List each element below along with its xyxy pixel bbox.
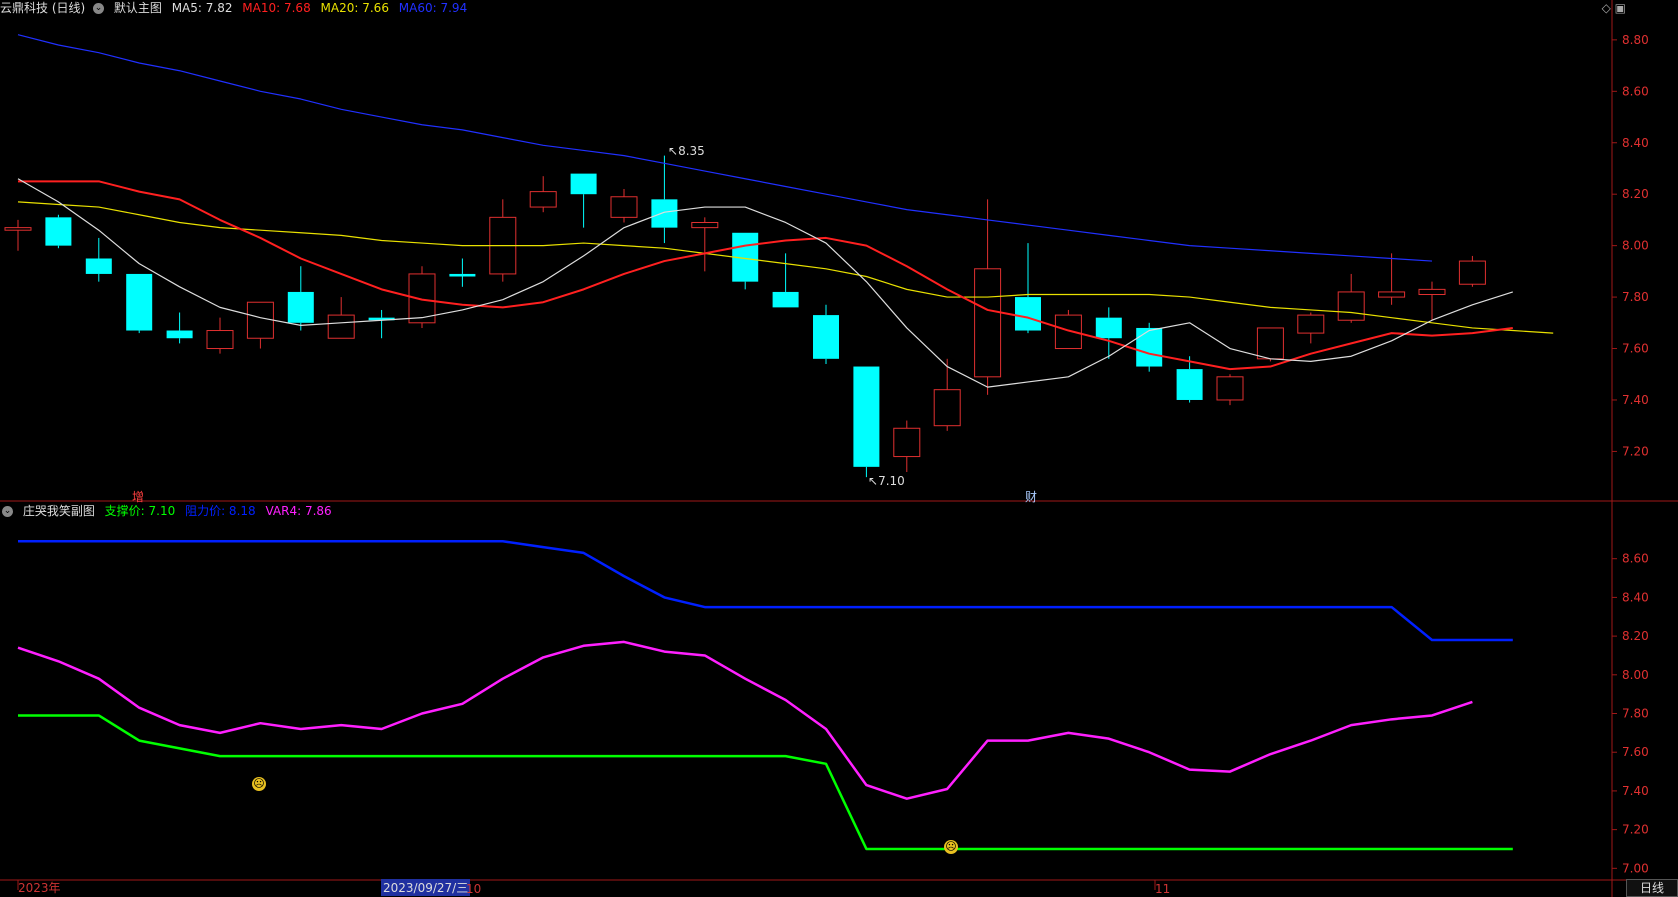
- sub-y-tick-label: 7.40: [1622, 784, 1649, 798]
- layout-icon[interactable]: ▣: [1615, 1, 1626, 15]
- candle-body: [651, 199, 678, 228]
- candle-body: [1176, 369, 1203, 400]
- event-marker-cai[interactable]: 财: [1025, 488, 1037, 505]
- candle-body: [1216, 376, 1244, 401]
- candle-body: [287, 291, 314, 323]
- var4-line: [17, 640, 1473, 800]
- var4-legend: VAR4: 7.86: [265, 504, 332, 518]
- candle-body: [126, 273, 153, 331]
- candle-body: [327, 314, 355, 339]
- candle-body: [853, 366, 880, 467]
- candle-body: [610, 196, 638, 218]
- candle-body: [246, 301, 274, 339]
- sub-y-tick-label: 8.00: [1622, 668, 1649, 682]
- candle-body: [1337, 291, 1365, 321]
- candle-body: [1418, 288, 1446, 296]
- candle-body: [772, 291, 799, 308]
- chart-canvas: 7.20 7.40 7.60 7.80 8.00 8.20 8.40 8.60 8.80 7.00…: [0, 0, 1678, 897]
- main-y-tick-label: 8.60: [1622, 84, 1649, 98]
- candle-body: [1095, 317, 1122, 339]
- candle-body: [813, 315, 839, 359]
- ma60-line: [17, 34, 1433, 262]
- sub-y-tick-label: 7.20: [1622, 823, 1649, 837]
- candle-body: [1297, 314, 1325, 334]
- chevron-down-icon[interactable]: ⌄: [2, 506, 13, 517]
- support-line: [18, 714, 1513, 851]
- high-price-label: ↖8.35: [668, 144, 705, 158]
- candle-body: [933, 389, 961, 427]
- support-legend: 支撑价: 7.10: [104, 504, 176, 518]
- candle-body: [1378, 291, 1406, 298]
- chevron-down-icon[interactable]: ⌄: [93, 3, 105, 14]
- x-axis-month-nov: 11: [1155, 882, 1171, 896]
- main-chart-header: 云鼎科技 (日线) ⌄ 默认主图 MA5: 7.82 MA10: 7.68 MA…: [0, 0, 473, 17]
- x-axis-month-oct: 10: [466, 882, 482, 896]
- candle-body: [1015, 297, 1041, 331]
- candle-body: [4, 227, 32, 231]
- chart-toolbar: ◇ ▣: [1602, 1, 1626, 15]
- sub-y-tick-label: 7.80: [1622, 707, 1649, 721]
- x-axis-cursor-date: 2023/09/27/三: [381, 879, 471, 896]
- diamond-icon[interactable]: ◇: [1602, 1, 1611, 15]
- sub-chart-header: ⌄ 庄哭我笑副图 支撑价: 7.10 阻力价: 8.18 VAR4: 7.86: [0, 503, 338, 520]
- main-y-tick-label: 8.20: [1622, 187, 1649, 201]
- ma60-legend: MA60: 7.94: [398, 1, 468, 15]
- sub-chart-name[interactable]: 庄哭我笑副图: [23, 504, 95, 518]
- candle-body: [974, 268, 1002, 378]
- candle-body: [893, 427, 921, 458]
- sad-face-icon: ☹: [944, 840, 958, 854]
- candle-body: [691, 221, 719, 229]
- period-button[interactable]: 日线: [1626, 879, 1678, 897]
- candle-body: [166, 330, 193, 339]
- main-y-tick-label: 8.40: [1622, 136, 1649, 150]
- low-price-label: ↖7.10: [868, 474, 905, 488]
- sub-y-tick-label: 7.00: [1622, 861, 1649, 875]
- main-chart-name[interactable]: 默认主图: [114, 1, 162, 15]
- candle-body: [206, 330, 234, 350]
- candle-body: [449, 273, 476, 277]
- sub-y-tick-label: 8.40: [1622, 590, 1649, 604]
- event-marker-zeng[interactable]: 增: [132, 488, 144, 505]
- resist-legend: 阻力价: 8.18: [185, 504, 256, 518]
- candle-body: [570, 173, 597, 195]
- candle-body: [1458, 260, 1486, 285]
- sub-y-tick-label: 8.20: [1622, 629, 1649, 643]
- ma20-legend: MA20: 7.66: [320, 1, 389, 15]
- main-y-tick-label: 8.00: [1622, 239, 1649, 253]
- ma10-line: [18, 180, 1513, 371]
- candle-body: [1256, 327, 1284, 360]
- sub-y-tick-label: 7.60: [1622, 745, 1649, 759]
- candle-body: [85, 258, 112, 274]
- main-y-tick-label: 8.80: [1622, 33, 1649, 47]
- main-y-tick-label: 7.80: [1622, 290, 1649, 304]
- candle-body: [1136, 327, 1163, 367]
- sad-face-icon: ☹: [252, 777, 266, 791]
- resist-line: [18, 540, 1513, 642]
- main-y-tick-label: 7.20: [1622, 444, 1649, 458]
- ma5-line: [17, 178, 1513, 388]
- main-y-tick-label: 7.40: [1622, 393, 1649, 407]
- ma10-legend: MA10: 7.68: [242, 1, 311, 15]
- main-y-tick-label: 7.60: [1622, 342, 1649, 356]
- candle-body: [529, 191, 557, 208]
- candle-body: [45, 217, 72, 246]
- x-axis-year-label: 2023年: [18, 881, 61, 895]
- ma5-legend: MA5: 7.82: [171, 1, 233, 15]
- sub-y-tick-label: 8.60: [1622, 552, 1649, 566]
- stock-name[interactable]: 云鼎科技 (日线): [0, 1, 85, 15]
